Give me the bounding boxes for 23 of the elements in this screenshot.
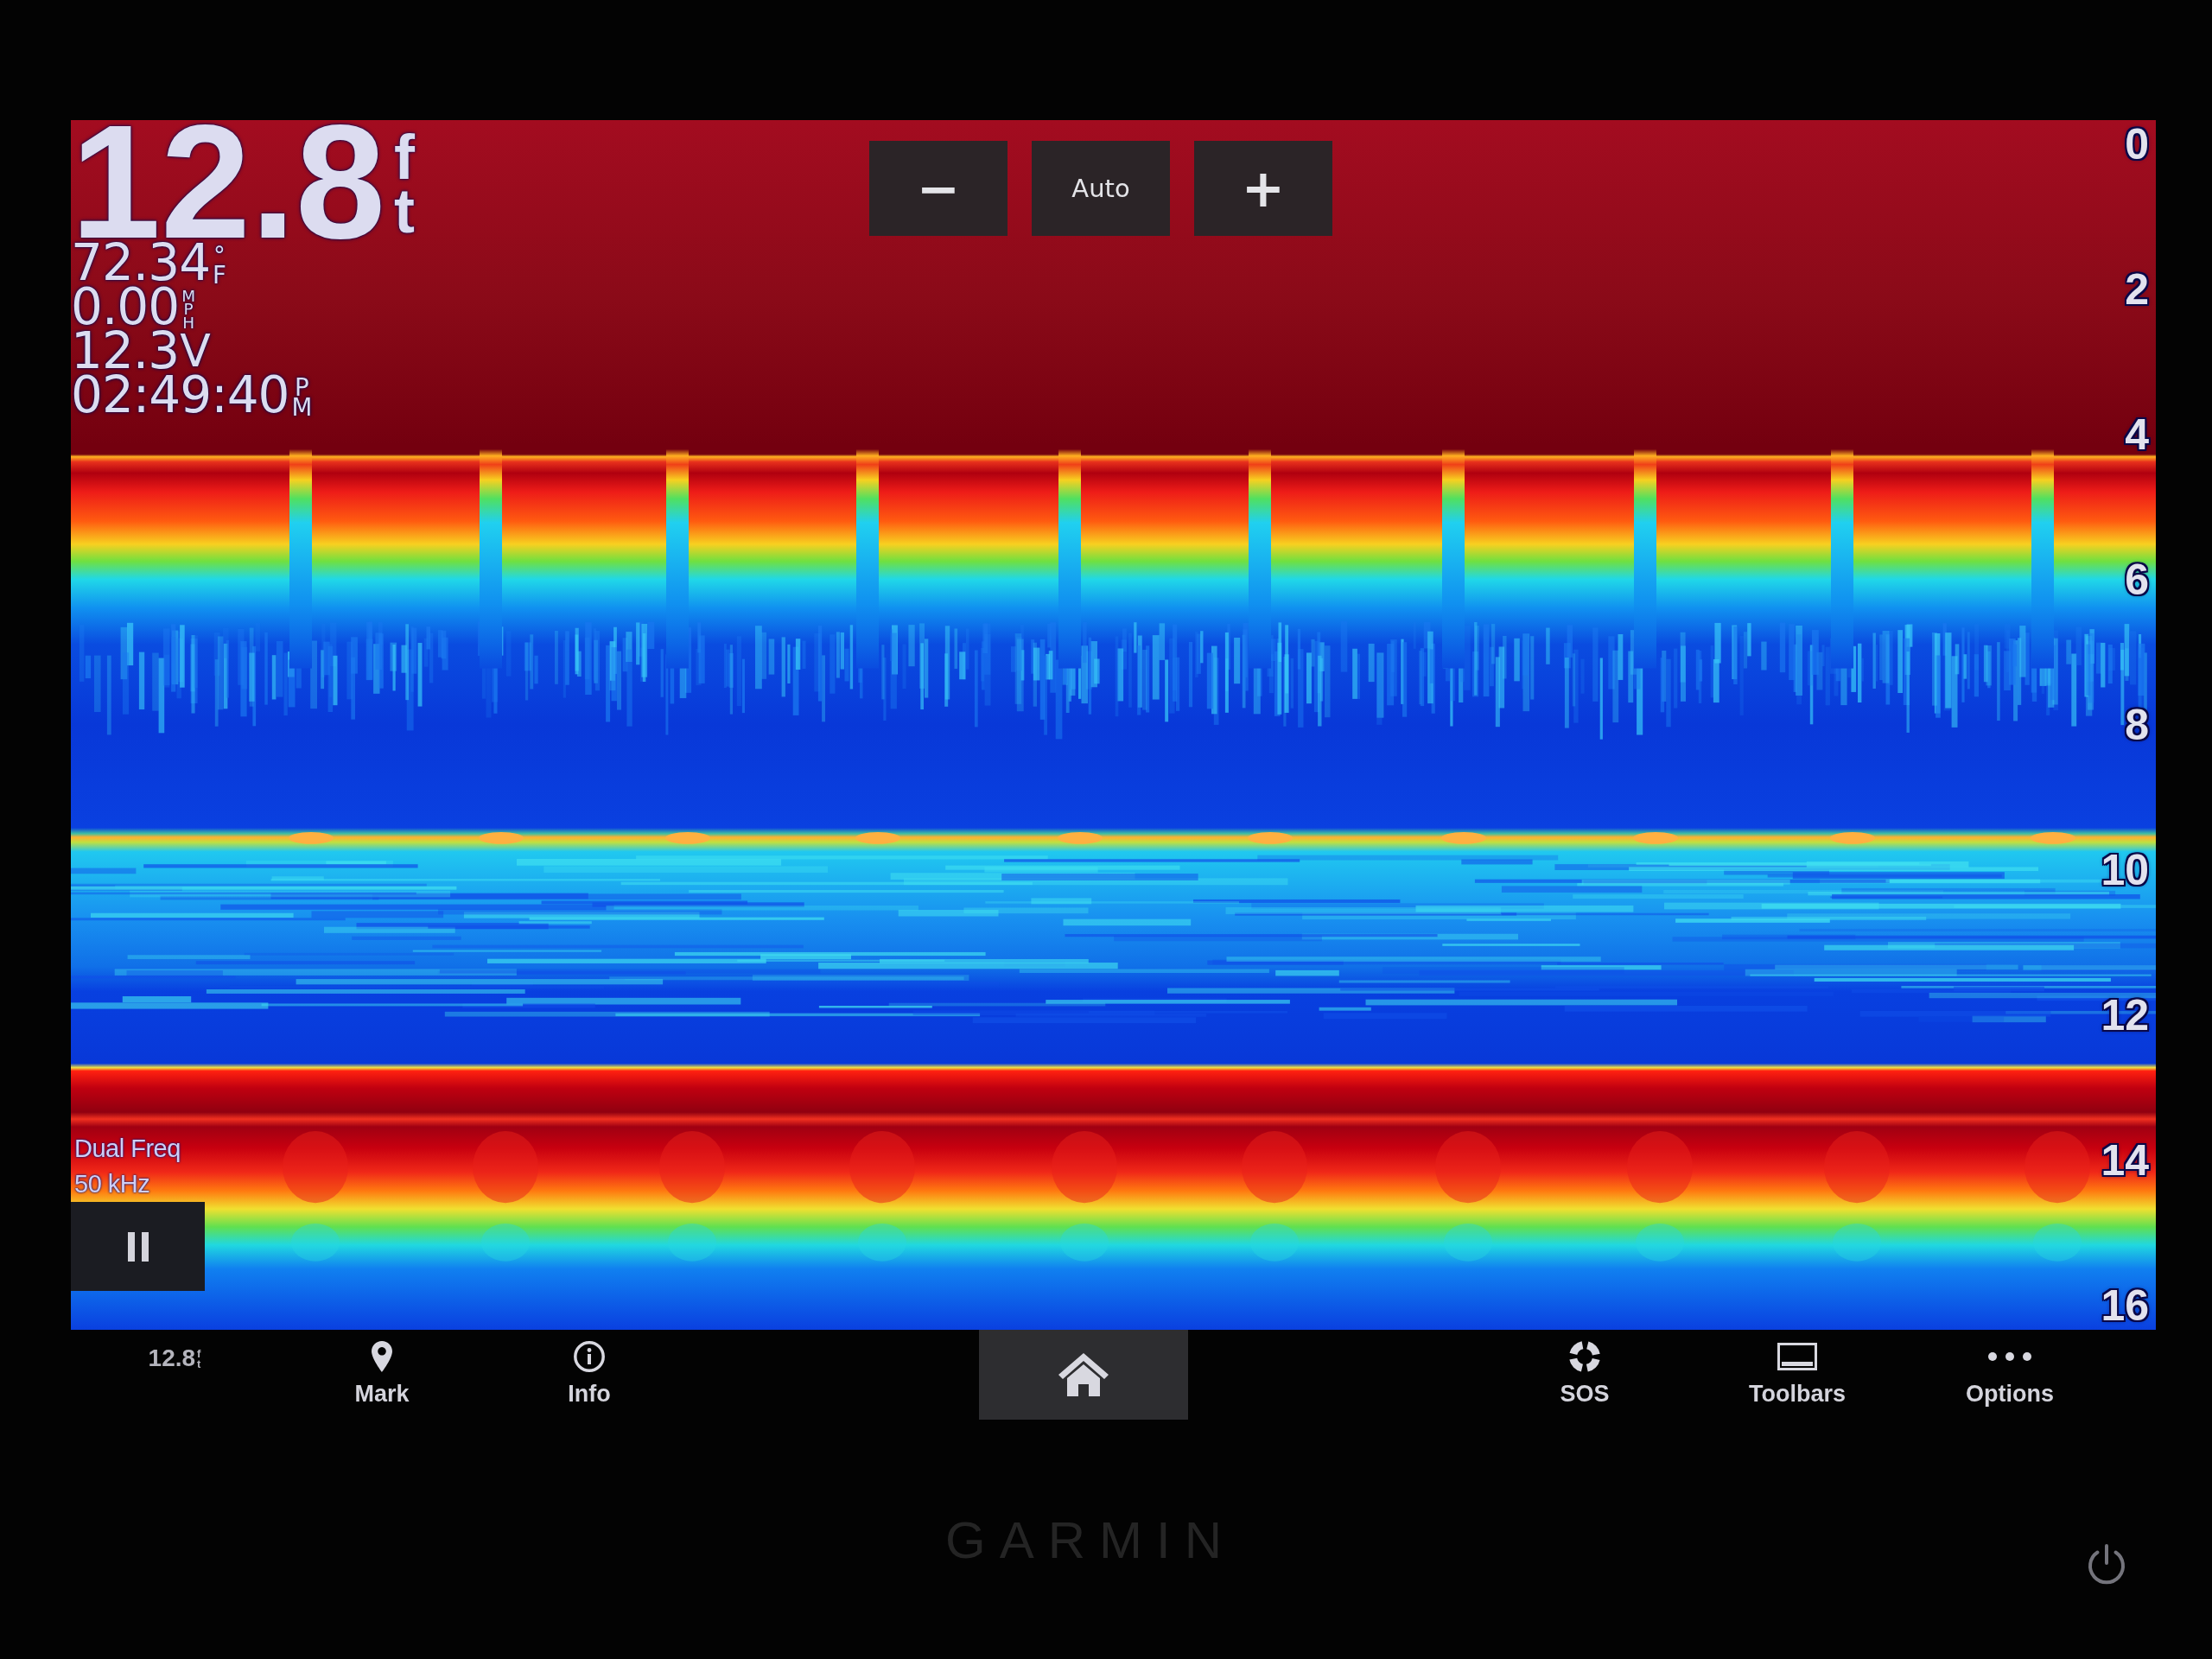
depth-value: 12.8 [71,124,385,241]
readout-value: 12.3 [71,329,180,373]
readout-unit: MPH [181,289,195,329]
depth-scale-label: 4 [2125,410,2149,459]
readout-value: 02:49:40 [71,373,289,417]
depth-scale-label: 10 [2101,846,2149,894]
depth-scale-label: 14 [2101,1136,2149,1185]
readout-unit: PM [291,378,313,417]
depth-scale-label: 16 [2101,1281,2149,1330]
depth-scale-label: 2 [2125,265,2149,314]
frequency-label: 50 kHz [73,1169,150,1199]
depth-scale-label: 8 [2125,701,2149,749]
depth-unit: ft [393,130,415,238]
depth-readout: 12.8 [148,1344,196,1373]
depth-readout-unit: ft [197,1349,201,1370]
frequency-label: Dual Freq [73,1134,181,1164]
readout-value: 72.34 [71,241,211,285]
depth-scale-label: 0 [2125,120,2149,168]
readout-unit: V [180,329,211,373]
readout-value: 0.00 [71,285,180,329]
depth-scale-label: 12 [2101,991,2149,1039]
depth-scale-label: 6 [2125,556,2149,604]
readout-unit: °F [213,245,226,285]
